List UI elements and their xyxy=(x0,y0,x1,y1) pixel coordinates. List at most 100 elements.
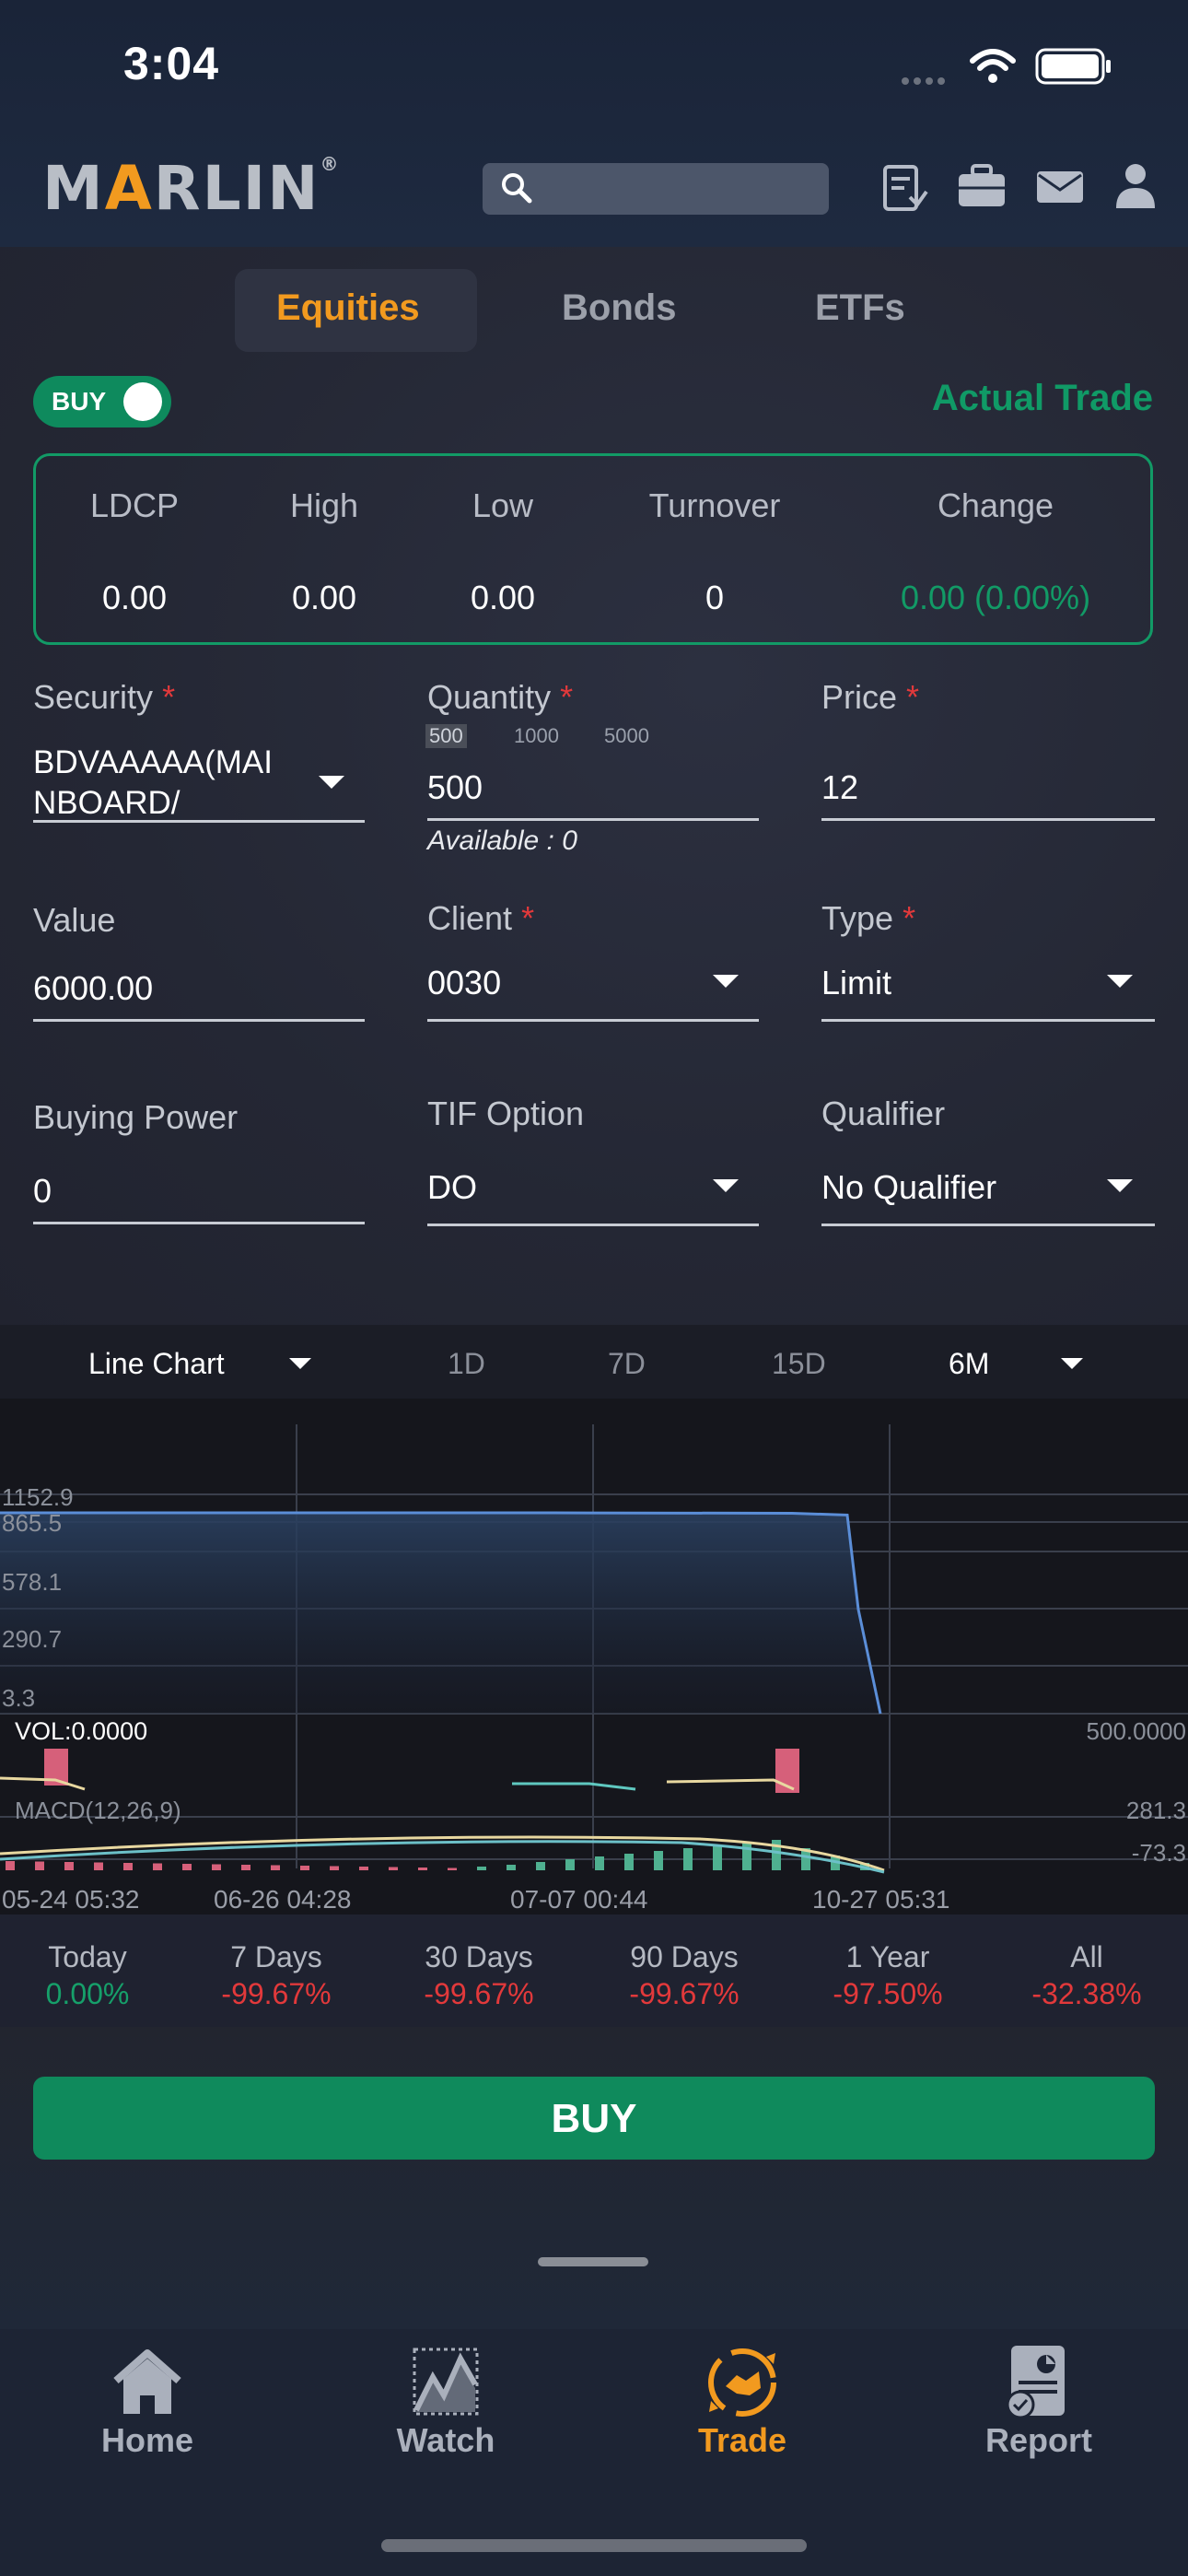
chart-type-dropdown-icon[interactable] xyxy=(289,1358,311,1369)
client-dropdown-icon[interactable] xyxy=(713,975,739,988)
range-selected[interactable]: 6M xyxy=(949,1347,989,1381)
lower-background xyxy=(0,2027,1188,2329)
range-dropdown-icon[interactable] xyxy=(1061,1358,1083,1369)
perf-value-90days: -99.67% xyxy=(629,1977,740,2010)
tif-dropdown-icon[interactable] xyxy=(713,1179,739,1192)
tab-etfs[interactable]: ETFs xyxy=(815,287,905,329)
volume-ma-line xyxy=(512,1782,636,1791)
x-label-3: 10-27 05:31 xyxy=(812,1885,950,1914)
quantity-label: Quantity * xyxy=(427,678,574,716)
portfolio-icon[interactable] xyxy=(956,162,1007,215)
stat-header-ldcp: LDCP xyxy=(89,486,180,524)
volume-ma-line-3 xyxy=(0,1776,86,1791)
available-quantity: Available : 0 xyxy=(427,825,577,856)
perf-label-30days: 30 Days xyxy=(425,1940,533,1973)
macd-bar xyxy=(300,1866,309,1870)
chart-svg xyxy=(0,1424,1188,1874)
profile-icon[interactable] xyxy=(1112,160,1159,217)
home-icon[interactable] xyxy=(46,2340,249,2423)
trade-icon[interactable] xyxy=(641,2340,844,2423)
macd-bar xyxy=(536,1862,545,1870)
perf-value-all: -32.38% xyxy=(1031,1977,1142,2010)
quantity-input[interactable]: 500 xyxy=(427,768,483,807)
macd-bar xyxy=(330,1866,339,1870)
macd-bar xyxy=(241,1865,250,1870)
macd-max: 281.3 xyxy=(1125,1797,1186,1824)
security-select[interactable]: BDVAAAAA(MAI NBOARD/ xyxy=(33,743,365,824)
macd-bar xyxy=(565,1859,575,1870)
wifi-icon xyxy=(969,48,1017,89)
toggle-knob[interactable] xyxy=(123,382,162,421)
quantity-chip-5000[interactable]: 5000 xyxy=(604,724,649,748)
macd-bar xyxy=(271,1865,280,1870)
quantity-chip-500[interactable]: 500 xyxy=(425,724,467,748)
y-tick-2: 578.1 xyxy=(2,1568,63,1596)
macd-bar xyxy=(713,1845,722,1870)
home-indicator xyxy=(381,2539,807,2552)
client-select[interactable]: 0030 xyxy=(427,964,501,1002)
stat-value-ldcp: 0.00 xyxy=(101,579,168,616)
buy-button[interactable]: BUY xyxy=(33,2077,1155,2160)
qualifier-underline xyxy=(821,1224,1155,1226)
tif-label: TIF Option xyxy=(427,1095,585,1132)
macd-bar xyxy=(212,1864,221,1870)
buying-power-value: 0 xyxy=(33,1172,52,1210)
y-tick-4: 3.3 xyxy=(2,1684,36,1712)
sheet-handle[interactable] xyxy=(538,2257,648,2266)
chart-type-select[interactable]: Line Chart xyxy=(88,1347,225,1381)
price-input[interactable]: 12 xyxy=(821,768,858,807)
price-area-fill xyxy=(0,1513,880,1714)
tif-select[interactable]: DO xyxy=(427,1168,477,1207)
stat-header-low: Low xyxy=(472,486,534,524)
type-select[interactable]: Limit xyxy=(821,964,891,1002)
type-underline xyxy=(821,1019,1155,1022)
macd-bar xyxy=(94,1862,103,1870)
tif-underline xyxy=(427,1224,759,1226)
macd-bar xyxy=(595,1856,604,1870)
perf-label-90days: 90 Days xyxy=(630,1940,739,1973)
value-field: 6000.00 xyxy=(33,969,154,1007)
perf-label-1year: 1 Year xyxy=(845,1940,930,1973)
macd-bar xyxy=(153,1863,162,1870)
macd-bar xyxy=(123,1863,133,1870)
type-label: Type * xyxy=(821,899,916,937)
report-icon[interactable] xyxy=(938,2340,1140,2423)
tab-equities[interactable]: Equities xyxy=(276,287,420,329)
toggle-label: BUY xyxy=(52,387,107,416)
macd-bar xyxy=(6,1861,15,1870)
range-15d[interactable]: 15D xyxy=(772,1347,826,1381)
buying-power-label: Buying Power xyxy=(33,1098,239,1136)
value-underline xyxy=(33,1019,365,1022)
order-book-icon[interactable] xyxy=(882,164,928,218)
x-label-0: 05-24 05:32 xyxy=(2,1885,140,1914)
macd-bar xyxy=(477,1867,486,1870)
type-dropdown-icon[interactable] xyxy=(1107,975,1133,988)
stat-value-turnover: 0 xyxy=(705,579,725,616)
qualifier-select[interactable]: No Qualifier xyxy=(821,1168,996,1207)
nav-report[interactable]: Report xyxy=(938,2421,1140,2460)
status-time: 3:04 xyxy=(123,38,220,89)
range-7d[interactable]: 7D xyxy=(608,1347,646,1381)
client-label: Client * xyxy=(427,899,535,937)
perf-value-30days: -99.67% xyxy=(424,1977,534,2010)
chart-icon[interactable] xyxy=(344,2340,547,2423)
signal-icon xyxy=(901,74,950,85)
perf-label-today: Today xyxy=(48,1940,127,1973)
search-input[interactable] xyxy=(483,163,829,215)
nav-watch[interactable]: Watch xyxy=(344,2421,547,2460)
volume-label: VOL:0.0000 xyxy=(15,1717,148,1745)
range-1d[interactable]: 1D xyxy=(448,1347,485,1381)
qualifier-dropdown-icon[interactable] xyxy=(1107,1179,1133,1192)
tab-bonds[interactable]: Bonds xyxy=(562,287,676,329)
nav-home[interactable]: Home xyxy=(46,2421,249,2460)
quantity-chip-1000[interactable]: 1000 xyxy=(514,724,559,748)
security-dropdown-icon[interactable] xyxy=(319,776,344,789)
mail-icon[interactable] xyxy=(1035,168,1085,211)
macd-bar xyxy=(35,1861,44,1870)
nav-trade[interactable]: Trade xyxy=(641,2421,844,2460)
macd-label: MACD(12,26,9) xyxy=(15,1797,181,1824)
perf-value-today: 0.00% xyxy=(45,1977,130,2010)
macd-bar xyxy=(507,1865,516,1870)
macd-bar xyxy=(359,1867,368,1870)
x-label-1: 06-26 04:28 xyxy=(214,1885,352,1914)
